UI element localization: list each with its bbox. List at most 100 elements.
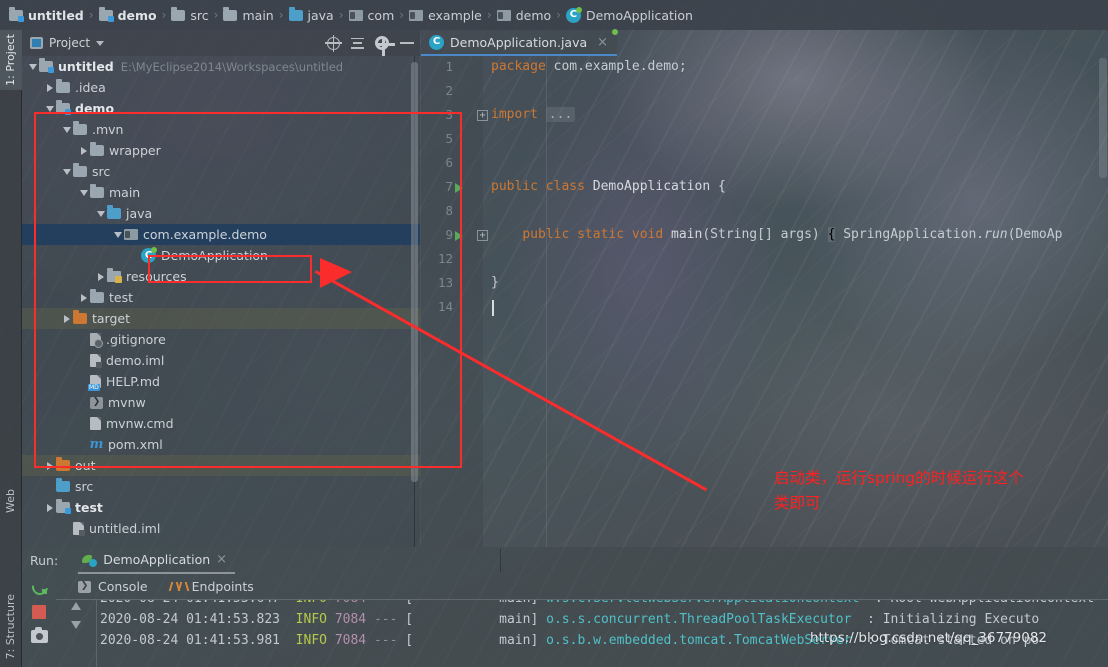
- tree-node-label: untitled.iml: [89, 521, 161, 536]
- tree-node-mvnw.cmd[interactable]: mvnw.cmd: [22, 413, 420, 434]
- tree-node-src[interactable]: src: [22, 161, 420, 182]
- tree-node-pom.xml[interactable]: m pom.xml: [22, 434, 420, 455]
- tree-node-demo.iml[interactable]: demo.iml: [22, 350, 420, 371]
- scroll-down-icon[interactable]: [71, 621, 81, 629]
- scroll-up-icon[interactable]: [71, 602, 81, 610]
- code-line-13[interactable]: }: [491, 275, 499, 290]
- console-token: [ main]: [405, 612, 547, 627]
- tree-node-label: pom.xml: [108, 437, 163, 452]
- tree-node-java[interactable]: java: [22, 203, 420, 224]
- tab-endpoints[interactable]: Endpoints: [170, 579, 254, 594]
- folder-icon: [90, 142, 104, 156]
- project-panel-header: Project: [22, 30, 420, 56]
- target-icon[interactable]: [325, 34, 342, 52]
- breadcrumb-item-com[interactable]: com: [346, 8, 398, 23]
- minimize-icon[interactable]: [400, 42, 414, 44]
- tree-toggle-closed-icon[interactable]: [77, 293, 90, 302]
- tree-node-target[interactable]: target: [22, 308, 420, 329]
- spring-boot-run-icon: [82, 552, 98, 567]
- code-line-3[interactable]: import ...: [491, 107, 576, 122]
- chevron-down-icon[interactable]: [96, 40, 105, 46]
- tree-toggle-open-icon[interactable]: [77, 189, 90, 196]
- tree-toggle-closed-icon[interactable]: [60, 314, 73, 323]
- tree-toggle-open-icon[interactable]: [94, 210, 107, 217]
- tree-node-out[interactable]: out: [22, 455, 420, 476]
- tree-node-demoapplication[interactable]: C DemoApplication: [22, 245, 420, 266]
- sidebar-item-structure[interactable]: 7: Structure: [0, 590, 22, 663]
- breadcrumb-item-demoapplication[interactable]: C DemoApplication: [563, 6, 696, 23]
- folder-icon: [56, 79, 70, 93]
- gear-icon[interactable]: [375, 36, 395, 56]
- annotation-text-line1: 启动类，运行spring的时候运行这个: [774, 469, 1024, 487]
- sidebar-item-web[interactable]: Web: [0, 485, 22, 517]
- tree-toggle-closed-icon[interactable]: [43, 503, 56, 512]
- tree-node-main[interactable]: main: [22, 182, 420, 203]
- tree-node-.mvn[interactable]: .mvn: [22, 119, 420, 140]
- run-tab-row: Run: DemoApplication ×: [22, 547, 1108, 574]
- editor-scrollbar[interactable]: [1099, 58, 1107, 178]
- tree-node-.gitignore[interactable]: .gitignore: [22, 329, 420, 350]
- tree-node-help.md[interactable]: HELP.md: [22, 371, 420, 392]
- breadcrumb-item-label: example: [428, 7, 482, 23]
- collapse-all-icon[interactable]: [351, 37, 364, 50]
- console-token: w.s.c.ServletWebServerApplicationContext: [546, 600, 867, 606]
- breadcrumb-item-demo[interactable]: demo: [494, 8, 554, 23]
- project-tree[interactable]: untitled E:\MyEclipse2014\Workspaces\unti…: [22, 56, 420, 547]
- code-line-1[interactable]: package com.example.demo;: [491, 59, 687, 74]
- editor-gutter[interactable]: 1 2 3 +5 6 7 8 9 +12 13 14: [421, 56, 488, 547]
- excluded-folder-icon: [56, 457, 70, 471]
- breadcrumb-item-java[interactable]: java: [286, 6, 337, 23]
- console-token: INFO: [296, 600, 335, 606]
- run-configuration-tab[interactable]: DemoApplication ×: [78, 547, 236, 574]
- tree-node-wrapper[interactable]: wrapper: [22, 140, 420, 161]
- project-tree-scrollbar[interactable]: [411, 62, 418, 482]
- code-line-7[interactable]: public class DemoApplication {: [491, 179, 726, 194]
- tree-node-test[interactable]: test: [22, 497, 420, 518]
- ide-window: untitled › demo › src › main › java › com › example ›…: [0, 0, 1108, 667]
- tree-toggle-closed-icon[interactable]: [94, 272, 107, 281]
- stop-icon[interactable]: [32, 605, 46, 619]
- line-number: 1: [445, 59, 453, 74]
- breadcrumb-item-demo[interactable]: demo: [96, 6, 160, 23]
- console-token: [ main]: [405, 633, 547, 648]
- tree-toggle-closed-icon[interactable]: [43, 83, 56, 92]
- tree-node-src[interactable]: src: [22, 476, 420, 497]
- run-gutter-icon[interactable]: [455, 231, 463, 241]
- line-number: 2: [445, 83, 453, 98]
- tree-toggle-open-icon[interactable]: [60, 126, 73, 133]
- breadcrumb-item-src[interactable]: src: [168, 6, 211, 23]
- tree-node-com.example.demo[interactable]: com.example.demo: [22, 224, 420, 245]
- annotation-text-line2: 类即可: [774, 494, 821, 512]
- tab-demoapplication-java[interactable]: C DemoApplication.java ×: [421, 30, 618, 56]
- run-gutter-icon[interactable]: [455, 183, 463, 193]
- excluded-folder-icon: [73, 310, 87, 324]
- tree-toggle-open-icon[interactable]: [26, 63, 39, 70]
- screenshot-icon[interactable]: [30, 627, 48, 643]
- sidebar-item-project[interactable]: 1: Project: [0, 30, 22, 90]
- tree-node-resources[interactable]: resources: [22, 266, 420, 287]
- endpoints-icon: [170, 580, 185, 593]
- rerun-icon[interactable]: [31, 578, 47, 594]
- line-number: 8: [445, 203, 453, 218]
- breadcrumb-item-main[interactable]: main: [220, 6, 276, 23]
- console-token: INFO: [295, 612, 335, 627]
- tree-toggle-open-icon[interactable]: [43, 105, 56, 112]
- tree-node-untitled.iml[interactable]: untitled.iml: [22, 518, 420, 539]
- tree-toggle-closed-icon[interactable]: [77, 146, 90, 155]
- code-line-9[interactable]: public static void main(String[] args) {…: [491, 227, 1062, 242]
- tree-node-demo[interactable]: demo: [22, 98, 420, 119]
- tree-toggle-open-icon[interactable]: [60, 168, 73, 175]
- folder-icon: [73, 121, 87, 135]
- tree-node-untitled[interactable]: untitled E:\MyEclipse2014\Workspaces\unti…: [22, 56, 420, 77]
- tree-toggle-closed-icon[interactable]: [43, 461, 56, 470]
- tree-node-mvnw[interactable]: ❯ mvnw: [22, 392, 420, 413]
- close-icon[interactable]: ×: [216, 552, 227, 567]
- breadcrumb-item-untitled[interactable]: untitled: [6, 6, 87, 23]
- project-panel-title: Project: [49, 36, 91, 50]
- tree-node-.idea[interactable]: .idea: [22, 77, 420, 98]
- tab-console[interactable]: ❯ Console: [78, 579, 148, 594]
- tree-toggle-open-icon[interactable]: [111, 231, 124, 238]
- breadcrumb-item-example[interactable]: example: [406, 8, 485, 23]
- close-icon[interactable]: ×: [597, 35, 608, 50]
